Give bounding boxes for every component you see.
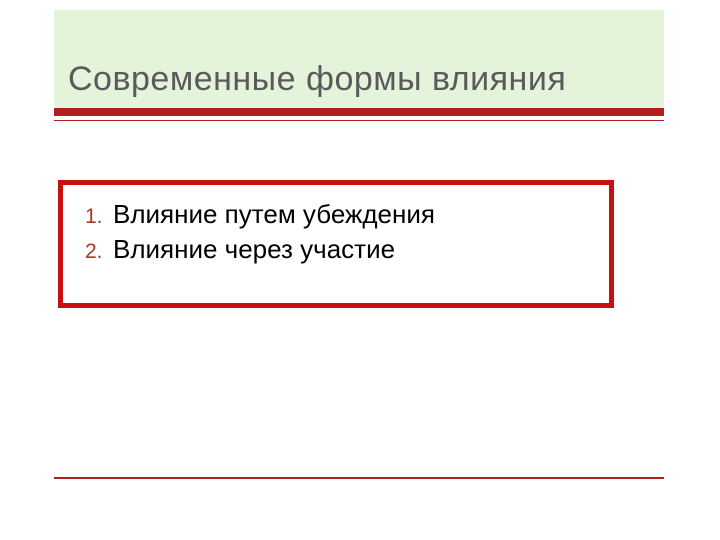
list-text: Влияние путем убеждения [113,199,435,230]
title-underline-thin [54,120,664,121]
footer-line [54,477,664,479]
list-text: Влияние через участие [113,234,395,265]
influence-list: 1. Влияние путем убеждения 2. Влияние че… [85,199,599,265]
list-item: 1. Влияние путем убеждения [85,199,599,230]
list-item: 2. Влияние через участие [85,234,599,265]
content-box: 1. Влияние путем убеждения 2. Влияние че… [58,180,614,308]
slide-title: Современные формы влияния [68,60,566,99]
list-number: 1. [85,205,113,229]
title-underline-thick [54,108,664,116]
list-number: 2. [85,240,113,264]
